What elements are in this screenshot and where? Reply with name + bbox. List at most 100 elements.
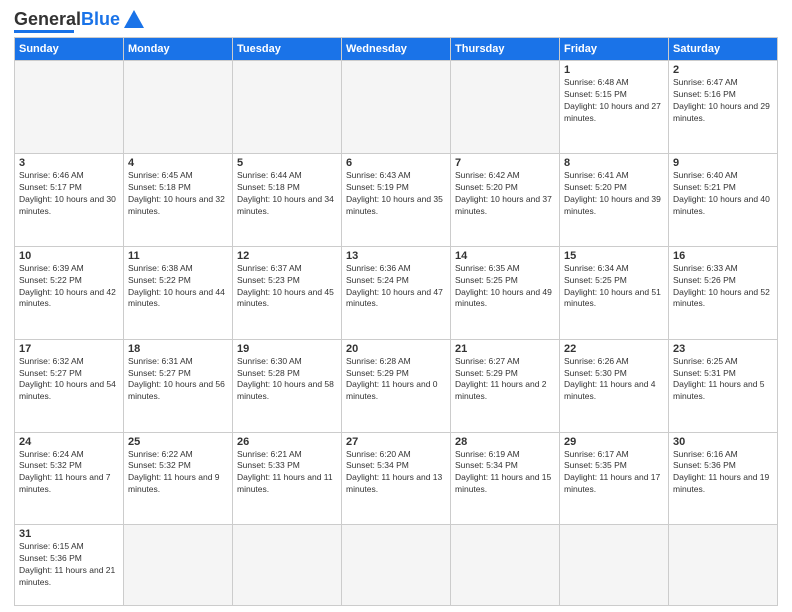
header-saturday: Saturday: [669, 38, 778, 61]
calendar-cell: 14Sunrise: 6:35 AMSunset: 5:25 PMDayligh…: [451, 246, 560, 339]
calendar-cell: 17Sunrise: 6:32 AMSunset: 5:27 PMDayligh…: [15, 339, 124, 432]
calendar-cell: 28Sunrise: 6:19 AMSunset: 5:34 PMDayligh…: [451, 432, 560, 525]
calendar-cell: [342, 61, 451, 154]
calendar-table: Sunday Monday Tuesday Wednesday Thursday…: [14, 37, 778, 606]
day-info: Sunrise: 6:28 AMSunset: 5:29 PMDaylight:…: [346, 356, 446, 404]
day-info: Sunrise: 6:25 AMSunset: 5:31 PMDaylight:…: [673, 356, 773, 404]
header-wednesday: Wednesday: [342, 38, 451, 61]
day-number: 18: [128, 343, 228, 355]
day-number: 31: [19, 528, 119, 540]
calendar-cell: [342, 525, 451, 606]
day-info: Sunrise: 6:47 AMSunset: 5:16 PMDaylight:…: [673, 77, 773, 125]
day-info: Sunrise: 6:45 AMSunset: 5:18 PMDaylight:…: [128, 170, 228, 218]
day-info: Sunrise: 6:35 AMSunset: 5:25 PMDaylight:…: [455, 263, 555, 311]
calendar-cell: 15Sunrise: 6:34 AMSunset: 5:25 PMDayligh…: [560, 246, 669, 339]
calendar-cell: 25Sunrise: 6:22 AMSunset: 5:32 PMDayligh…: [124, 432, 233, 525]
day-info: Sunrise: 6:17 AMSunset: 5:35 PMDaylight:…: [564, 449, 664, 497]
calendar-cell: [560, 525, 669, 606]
day-number: 8: [564, 157, 664, 169]
calendar-cell: [451, 525, 560, 606]
day-number: 19: [237, 343, 337, 355]
day-number: 22: [564, 343, 664, 355]
day-number: 10: [19, 250, 119, 262]
day-info: Sunrise: 6:40 AMSunset: 5:21 PMDaylight:…: [673, 170, 773, 218]
day-info: Sunrise: 6:48 AMSunset: 5:15 PMDaylight:…: [564, 77, 664, 125]
calendar-cell: 27Sunrise: 6:20 AMSunset: 5:34 PMDayligh…: [342, 432, 451, 525]
day-number: 25: [128, 436, 228, 448]
day-number: 30: [673, 436, 773, 448]
day-number: 16: [673, 250, 773, 262]
calendar-cell: [124, 61, 233, 154]
calendar-cell: 23Sunrise: 6:25 AMSunset: 5:31 PMDayligh…: [669, 339, 778, 432]
header-tuesday: Tuesday: [233, 38, 342, 61]
logo-text: GeneralBlue: [14, 10, 120, 28]
day-number: 12: [237, 250, 337, 262]
day-number: 21: [455, 343, 555, 355]
calendar-cell: 26Sunrise: 6:21 AMSunset: 5:33 PMDayligh…: [233, 432, 342, 525]
day-number: 1: [564, 64, 664, 76]
calendar-cell: 6Sunrise: 6:43 AMSunset: 5:19 PMDaylight…: [342, 153, 451, 246]
day-info: Sunrise: 6:41 AMSunset: 5:20 PMDaylight:…: [564, 170, 664, 218]
day-info: Sunrise: 6:22 AMSunset: 5:32 PMDaylight:…: [128, 449, 228, 497]
logo-triangle-icon: [124, 10, 144, 28]
calendar-page: GeneralBlue Sunday Monday Tuesday Wednes…: [0, 0, 792, 612]
day-info: Sunrise: 6:20 AMSunset: 5:34 PMDaylight:…: [346, 449, 446, 497]
calendar-cell: [669, 525, 778, 606]
day-info: Sunrise: 6:43 AMSunset: 5:19 PMDaylight:…: [346, 170, 446, 218]
day-number: 29: [564, 436, 664, 448]
day-info: Sunrise: 6:46 AMSunset: 5:17 PMDaylight:…: [19, 170, 119, 218]
calendar-cell: 21Sunrise: 6:27 AMSunset: 5:29 PMDayligh…: [451, 339, 560, 432]
day-number: 20: [346, 343, 446, 355]
day-info: Sunrise: 6:30 AMSunset: 5:28 PMDaylight:…: [237, 356, 337, 404]
calendar-cell: [233, 61, 342, 154]
calendar-cell: 5Sunrise: 6:44 AMSunset: 5:18 PMDaylight…: [233, 153, 342, 246]
day-number: 15: [564, 250, 664, 262]
day-number: 24: [19, 436, 119, 448]
calendar-cell: 3Sunrise: 6:46 AMSunset: 5:17 PMDaylight…: [15, 153, 124, 246]
calendar-cell: [15, 61, 124, 154]
day-info: Sunrise: 6:39 AMSunset: 5:22 PMDaylight:…: [19, 263, 119, 311]
day-info: Sunrise: 6:26 AMSunset: 5:30 PMDaylight:…: [564, 356, 664, 404]
logo-area: GeneralBlue: [14, 10, 144, 33]
logo-underline: [14, 30, 74, 33]
day-info: Sunrise: 6:31 AMSunset: 5:27 PMDaylight:…: [128, 356, 228, 404]
day-number: 23: [673, 343, 773, 355]
calendar-cell: 18Sunrise: 6:31 AMSunset: 5:27 PMDayligh…: [124, 339, 233, 432]
calendar-cell: 13Sunrise: 6:36 AMSunset: 5:24 PMDayligh…: [342, 246, 451, 339]
day-number: 9: [673, 157, 773, 169]
day-info: Sunrise: 6:44 AMSunset: 5:18 PMDaylight:…: [237, 170, 337, 218]
header-friday: Friday: [560, 38, 669, 61]
calendar-cell: 29Sunrise: 6:17 AMSunset: 5:35 PMDayligh…: [560, 432, 669, 525]
day-number: 2: [673, 64, 773, 76]
calendar-cell: 11Sunrise: 6:38 AMSunset: 5:22 PMDayligh…: [124, 246, 233, 339]
day-info: Sunrise: 6:24 AMSunset: 5:32 PMDaylight:…: [19, 449, 119, 497]
calendar-cell: [124, 525, 233, 606]
day-number: 3: [19, 157, 119, 169]
header-sunday: Sunday: [15, 38, 124, 61]
header-monday: Monday: [124, 38, 233, 61]
day-info: Sunrise: 6:38 AMSunset: 5:22 PMDaylight:…: [128, 263, 228, 311]
day-number: 14: [455, 250, 555, 262]
calendar-cell: 9Sunrise: 6:40 AMSunset: 5:21 PMDaylight…: [669, 153, 778, 246]
calendar-cell: 20Sunrise: 6:28 AMSunset: 5:29 PMDayligh…: [342, 339, 451, 432]
day-info: Sunrise: 6:34 AMSunset: 5:25 PMDaylight:…: [564, 263, 664, 311]
header-thursday: Thursday: [451, 38, 560, 61]
day-info: Sunrise: 6:33 AMSunset: 5:26 PMDaylight:…: [673, 263, 773, 311]
calendar-cell: 24Sunrise: 6:24 AMSunset: 5:32 PMDayligh…: [15, 432, 124, 525]
day-number: 13: [346, 250, 446, 262]
calendar-cell: 12Sunrise: 6:37 AMSunset: 5:23 PMDayligh…: [233, 246, 342, 339]
calendar-cell: 8Sunrise: 6:41 AMSunset: 5:20 PMDaylight…: [560, 153, 669, 246]
calendar-cell: [233, 525, 342, 606]
day-number: 26: [237, 436, 337, 448]
day-number: 27: [346, 436, 446, 448]
day-info: Sunrise: 6:42 AMSunset: 5:20 PMDaylight:…: [455, 170, 555, 218]
calendar-cell: 4Sunrise: 6:45 AMSunset: 5:18 PMDaylight…: [124, 153, 233, 246]
calendar-cell: 10Sunrise: 6:39 AMSunset: 5:22 PMDayligh…: [15, 246, 124, 339]
calendar-cell: 22Sunrise: 6:26 AMSunset: 5:30 PMDayligh…: [560, 339, 669, 432]
calendar-cell: 31Sunrise: 6:15 AMSunset: 5:36 PMDayligh…: [15, 525, 124, 606]
weekday-header-row: Sunday Monday Tuesday Wednesday Thursday…: [15, 38, 778, 61]
day-number: 7: [455, 157, 555, 169]
calendar-cell: 1Sunrise: 6:48 AMSunset: 5:15 PMDaylight…: [560, 61, 669, 154]
day-info: Sunrise: 6:15 AMSunset: 5:36 PMDaylight:…: [19, 541, 119, 589]
day-number: 17: [19, 343, 119, 355]
